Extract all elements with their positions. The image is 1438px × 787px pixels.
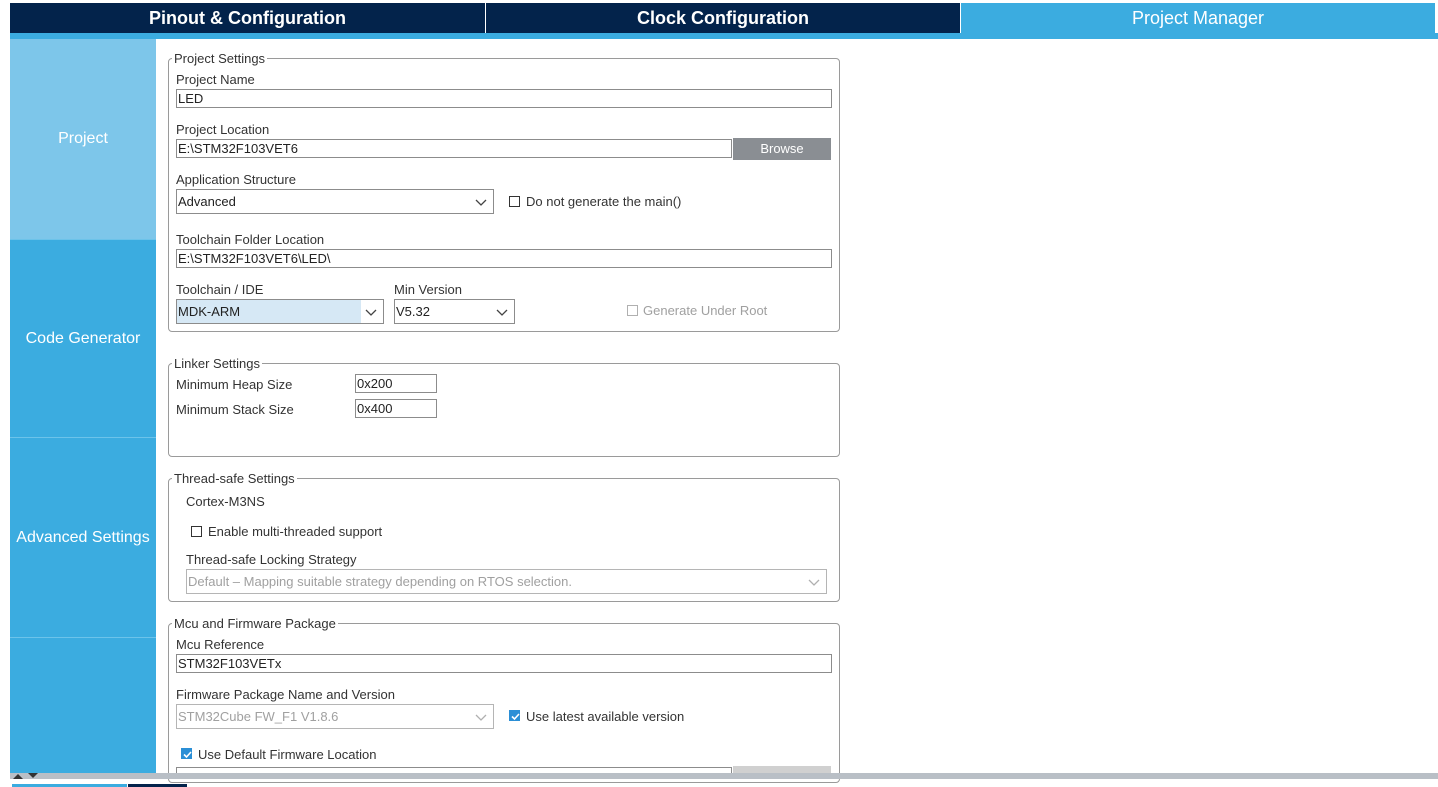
use-latest-version-checkbox[interactable]	[509, 710, 520, 721]
browse-button[interactable]: Browse	[733, 138, 831, 160]
application-structure-label: Application Structure	[176, 172, 296, 187]
tab-project-manager[interactable]: Project Manager	[961, 3, 1435, 33]
toolchain-folder-input[interactable]: E:\STM32F103VET6\LED\	[176, 249, 832, 268]
min-version-select[interactable]: V5.32	[394, 299, 515, 324]
sidebar-item-project[interactable]: Project	[10, 39, 156, 239]
min-version-label: Min Version	[394, 282, 462, 297]
multithread-label: Enable multi-threaded support	[208, 524, 383, 539]
multithread-checkbox[interactable]	[191, 526, 202, 537]
firmware-package-select[interactable]: STM32Cube FW_F1 V1.8.6	[176, 704, 494, 729]
locking-strategy-select[interactable]: Default – Mapping suitable strategy depe…	[186, 569, 827, 594]
chevron-down-icon	[475, 199, 487, 206]
locking-strategy-label: Thread-safe Locking Strategy	[186, 552, 357, 567]
generate-under-root-checkbox[interactable]	[627, 305, 638, 316]
core-label: Cortex-M3NS	[186, 494, 265, 509]
use-default-firmware-label: Use Default Firmware Location	[198, 747, 377, 762]
heap-size-label: Minimum Heap Size	[176, 377, 293, 392]
mcu-reference-input[interactable]: STM32F103VETx	[176, 654, 832, 673]
use-default-firmware-checkbox[interactable]	[181, 748, 192, 759]
application-structure-value: Advanced	[178, 194, 236, 209]
stack-size-label: Minimum Stack Size	[176, 402, 294, 417]
project-location-input[interactable]: E:\STM32F103VET6	[176, 139, 732, 158]
collapse-up-icon[interactable]	[12, 773, 24, 779]
generate-under-root-label: Generate Under Root	[643, 303, 768, 318]
checkmark-icon	[183, 751, 192, 759]
sidebar-item-code-generator[interactable]: Code Generator	[10, 239, 156, 437]
tab-pinout-configuration[interactable]: Pinout & Configuration	[10, 3, 485, 33]
project-location-label: Project Location	[176, 122, 270, 137]
use-latest-version-label: Use latest available version	[526, 709, 685, 724]
sidebar-item-empty	[10, 637, 156, 773]
firmware-package-value: STM32Cube FW_F1 V1.8.6	[178, 709, 339, 724]
project-settings-legend: Project Settings	[172, 51, 268, 66]
expand-down-icon[interactable]	[27, 773, 39, 779]
project-name-input[interactable]: LED	[176, 89, 832, 108]
bottom-scrollbar[interactable]	[10, 773, 1438, 779]
firmware-package-label: Firmware Package Name and Version	[176, 687, 395, 702]
mcu-firmware-legend: Mcu and Firmware Package	[172, 616, 338, 631]
sidebar-item-label: Code Generator	[25, 329, 141, 347]
chevron-down-icon	[365, 309, 377, 316]
toolchain-folder-label: Toolchain Folder Location	[176, 232, 325, 247]
stack-size-input[interactable]: 0x400	[355, 399, 437, 418]
sidebar-item-label: Project	[58, 130, 108, 147]
toolchain-ide-select[interactable]: MDK-ARM	[176, 299, 384, 324]
toolchain-ide-value: MDK-ARM	[178, 304, 241, 319]
chevron-down-icon	[496, 309, 508, 316]
do-not-generate-main-label: Do not generate the main()	[526, 194, 682, 209]
chevron-down-icon	[475, 714, 487, 721]
firmware-browse-button[interactable]	[733, 766, 831, 773]
sidebar-item-label: Advanced Settings	[16, 528, 150, 546]
tab-clock-configuration[interactable]: Clock Configuration	[486, 3, 960, 33]
toolchain-ide-label: Toolchain / IDE	[176, 282, 264, 297]
chevron-down-icon	[808, 579, 820, 586]
heap-size-input[interactable]: 0x200	[355, 374, 437, 393]
locking-strategy-value: Default – Mapping suitable strategy depe…	[188, 574, 572, 589]
min-version-value: V5.32	[396, 304, 430, 319]
tab-underline	[10, 33, 1438, 39]
thread-safe-settings-legend: Thread-safe Settings	[172, 471, 297, 486]
project-name-label: Project Name	[176, 72, 255, 87]
mcu-reference-label: Mcu Reference	[176, 637, 265, 652]
checkmark-icon	[511, 713, 520, 721]
application-structure-select[interactable]: Advanced	[176, 189, 494, 214]
sidebar-item-advanced-settings[interactable]: Advanced Settings	[10, 437, 156, 637]
do-not-generate-main-checkbox[interactable]	[509, 196, 520, 207]
linker-settings-legend: Linker Settings	[172, 356, 262, 371]
